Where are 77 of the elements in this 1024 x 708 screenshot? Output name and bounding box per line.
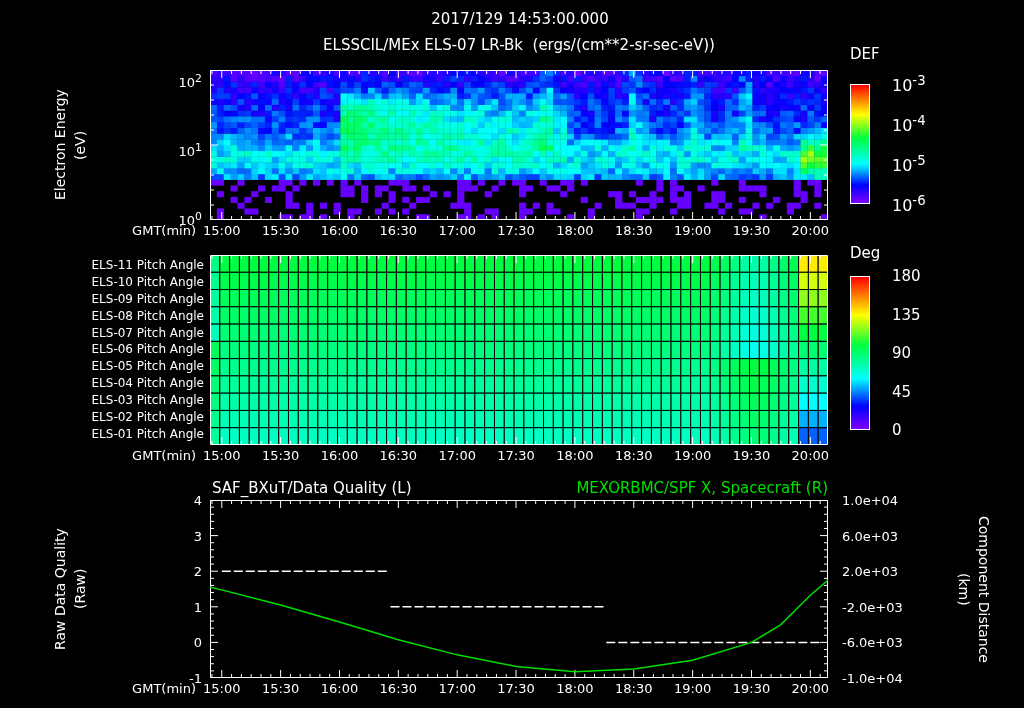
row-label: ELS-05 Pitch Angle xyxy=(91,359,204,375)
axis-title: GMT(min) xyxy=(132,681,196,696)
colorbar-tick-label: 10$^{-5}$ xyxy=(892,152,926,176)
y-tick-label: 0 xyxy=(193,634,202,650)
y-tick-label: 2 xyxy=(193,563,202,579)
colorbar-tick-label: 10$^{-6}$ xyxy=(892,192,926,216)
colorbar-tick-label: 135 xyxy=(892,305,921,324)
axis-title: Electron Energy (eV) xyxy=(51,88,89,203)
x-tick-label: 15:30 xyxy=(261,681,300,696)
x-tick-label: 15:30 xyxy=(261,223,300,238)
row-label: ELS-07 Pitch Angle xyxy=(91,325,204,341)
y-tick-label: 10$^{2}$ xyxy=(178,71,202,90)
row-label: ELS-06 Pitch Angle xyxy=(91,342,204,358)
y-tick-label: -6.0e+03 xyxy=(842,634,903,650)
x-tick-label: 16:00 xyxy=(320,681,359,696)
x-tick-label: 18:00 xyxy=(556,448,594,463)
y-tick-label: -2.0e+03 xyxy=(842,599,903,615)
x-tick-label: 16:30 xyxy=(379,681,418,696)
colorbar-title: DEF xyxy=(850,45,880,63)
x-tick-label: 16:00 xyxy=(320,448,359,463)
colorbar-tick-label: 10$^{-4}$ xyxy=(892,112,926,136)
x-tick-label: 16:00 xyxy=(320,223,359,238)
colorbar-tick-label: 0 xyxy=(892,421,902,439)
row-label: ELS-09 Pitch Angle xyxy=(91,291,204,307)
x-tick-label: 20:00 xyxy=(791,681,830,696)
x-tick-label: 20:00 xyxy=(791,223,830,238)
x-tick-label: 19:00 xyxy=(673,223,712,238)
x-tick-label: 15:00 xyxy=(203,681,241,696)
axis-title: Raw Data Quality (Raw) xyxy=(51,527,89,652)
y-tick-label: 3 xyxy=(193,528,202,544)
x-tick-label: 17:30 xyxy=(497,681,535,696)
y-tick-label: 4 xyxy=(193,492,202,508)
row-label: ELS-04 Pitch Angle xyxy=(91,376,204,392)
series-title: SAF_BXuT/Data Quality (L) xyxy=(212,479,412,497)
x-tick-label: 16:30 xyxy=(379,223,418,238)
row-label: ELS-02 Pitch Angle xyxy=(91,410,204,426)
x-tick-label: 17:00 xyxy=(438,223,476,238)
x-tick-label: 18:30 xyxy=(615,223,653,238)
x-tick-label: 15:00 xyxy=(203,448,241,463)
colorbar-tick-label: 10$^{-3}$ xyxy=(892,72,926,96)
axis-title: GMT(min) xyxy=(132,448,196,463)
x-tick-label: 17:30 xyxy=(497,223,535,238)
x-tick-label: 17:30 xyxy=(497,448,535,463)
colorbar-tick-label: 180 xyxy=(892,267,921,285)
x-tick-label: 18:30 xyxy=(615,448,653,463)
plot-timestamp: 2017/129 14:53:00.000 xyxy=(430,9,610,30)
row-label: ELS-10 Pitch Angle xyxy=(91,274,204,290)
x-tick-label: 20:00 xyxy=(791,448,830,463)
x-tick-label: 19:30 xyxy=(732,681,771,696)
x-tick-label: 18:00 xyxy=(556,223,594,238)
y-tick-label: 6.0e+03 xyxy=(842,528,899,544)
x-tick-label: 18:30 xyxy=(615,681,653,696)
y-tick-label: 1 xyxy=(193,599,202,615)
row-label: ELS-03 Pitch Angle xyxy=(91,393,204,409)
dataset-title: ELSSCIL/MEx ELS-07 LR-Bk (ergs/(cm**2-sr-sec-eV)) xyxy=(323,36,715,54)
x-tick-label: 15:30 xyxy=(261,448,300,463)
axis-title: Component Distance (km) xyxy=(955,514,993,664)
row-label: ELS-11 Pitch Angle xyxy=(91,257,204,273)
x-tick-label: 19:30 xyxy=(732,448,771,463)
x-tick-label: 17:00 xyxy=(438,448,476,463)
x-tick-label: 18:00 xyxy=(556,681,594,696)
y-tick-label: 1.0e+04 xyxy=(842,492,899,508)
y-tick-label: -1.0e+04 xyxy=(842,670,903,686)
colorbar-title: Deg xyxy=(850,244,881,262)
x-tick-label: 15:00 xyxy=(203,223,241,238)
series-title: MEXORBMC/SPF X, Spacecraft (R) xyxy=(576,479,828,497)
x-tick-label: 19:30 xyxy=(732,223,771,238)
x-tick-label: 16:30 xyxy=(379,448,418,463)
row-label: ELS-08 Pitch Angle xyxy=(91,308,204,324)
x-tick-label: 17:00 xyxy=(438,681,476,696)
colorbar-tick-label: 90 xyxy=(892,344,912,362)
y-tick-label: 2.0e+03 xyxy=(842,563,899,579)
x-tick-label: 19:00 xyxy=(673,681,712,696)
x-tick-label: 19:00 xyxy=(673,448,712,463)
row-label: ELS-01 Pitch Angle xyxy=(91,427,204,442)
colorbar-tick-label: 45 xyxy=(892,382,912,401)
y-tick-label: 10$^{1}$ xyxy=(178,140,202,159)
